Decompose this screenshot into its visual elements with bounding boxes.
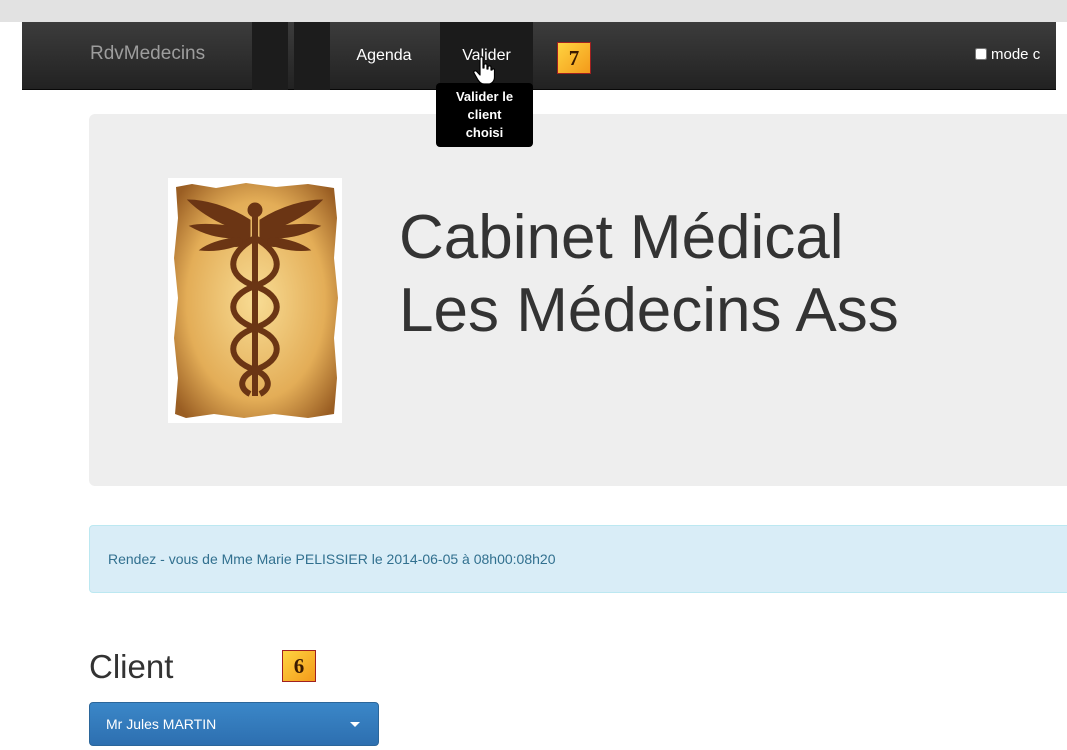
navbar-empty-slot: [252, 22, 288, 90]
caret-down-icon: [350, 722, 360, 727]
tooltip-line: choisi: [465, 125, 504, 140]
navbar-brand[interactable]: RdvMedecins: [90, 43, 205, 65]
nav-agenda[interactable]: Agenda: [335, 22, 433, 90]
step-badge-6: 6: [282, 650, 316, 682]
navbar: RdvMedecins Agenda Valider 7 mode c: [22, 22, 1056, 90]
hand-pointer-icon: [473, 56, 496, 86]
browser-top-strip: [0, 0, 1067, 22]
mode-toggle[interactable]: mode c: [975, 46, 1056, 63]
mode-checkbox[interactable]: [975, 48, 987, 60]
client-selected: Mr Jules MARTIN: [106, 716, 217, 732]
tooltip-line: client: [467, 107, 502, 122]
client-heading: Client: [89, 648, 174, 685]
title-line-1: Cabinet Médical: [399, 203, 844, 272]
page-title: Cabinet Médical Les Médecins Ass: [399, 201, 1067, 347]
title-line-2: Les Médecins Ass: [399, 276, 899, 345]
caduceus-icon: [168, 178, 342, 423]
step-badge-7: 7: [557, 42, 591, 74]
tooltip-line: Valider le: [455, 89, 514, 104]
valider-tooltip: Valider le client choisi: [436, 77, 533, 147]
appointment-alert: Rendez - vous de Mme Marie PELISSIER le …: [89, 525, 1067, 593]
mode-label: mode c: [991, 46, 1041, 63]
client-dropdown[interactable]: Mr Jules MARTIN: [89, 702, 379, 746]
navbar-empty-slot: [294, 22, 330, 90]
